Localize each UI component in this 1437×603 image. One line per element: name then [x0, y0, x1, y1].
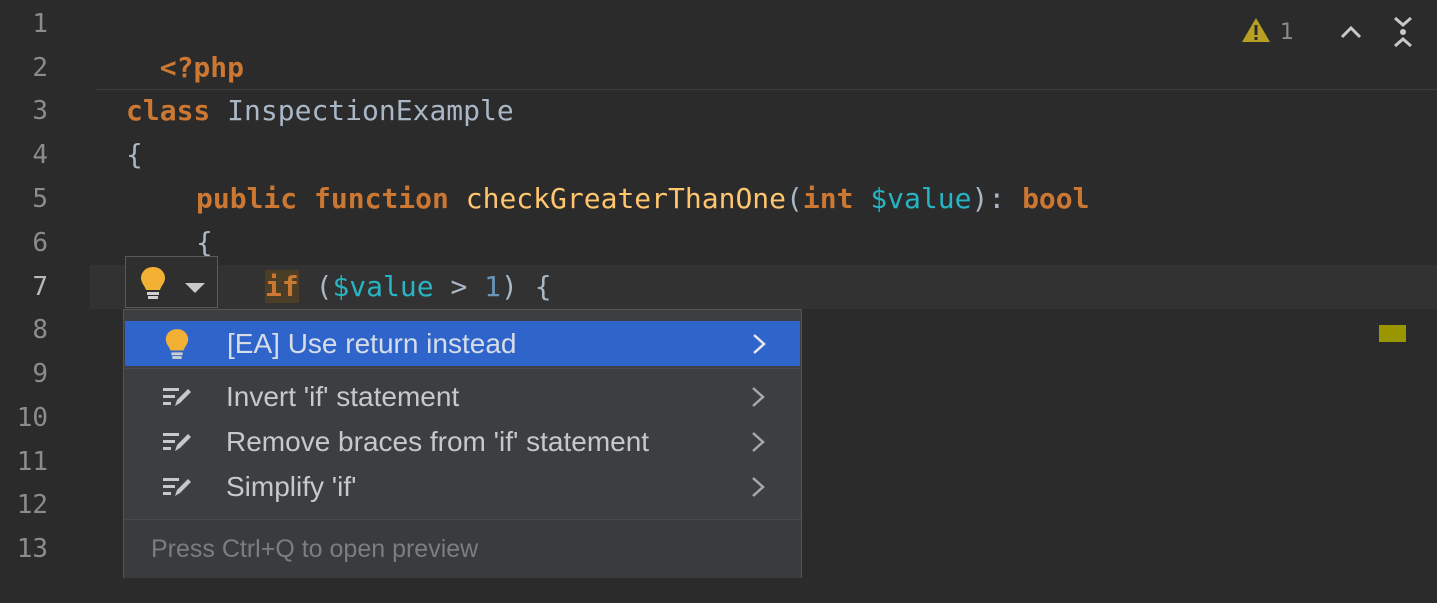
popup-separator [125, 368, 800, 369]
chevron-up-icon[interactable] [1336, 17, 1366, 47]
popup-item-remove-braces[interactable]: Remove braces from 'if' statement [124, 419, 801, 464]
edit-icon [162, 374, 192, 419]
chevron-right-icon [750, 464, 766, 509]
intention-actions-popup: [EA] Use return instead Invert 'if' stat… [123, 309, 802, 578]
line-number: 10 [16, 403, 48, 433]
popup-item-label: [EA] Use return instead [227, 328, 517, 359]
paren-open: ( [786, 182, 803, 215]
open-brace: { [196, 226, 213, 259]
code-line-4[interactable]: { [126, 133, 143, 177]
keyword-class: class [126, 94, 211, 127]
line-number: 3 [32, 96, 48, 126]
return-type: bool [1022, 182, 1090, 215]
line-number: 1 [32, 9, 48, 39]
line-number: 13 [16, 534, 48, 564]
line-number: 9 [32, 359, 48, 389]
code-line-1[interactable]: <?php [126, 2, 244, 84]
bulb-icon [163, 321, 191, 366]
inspection-widget[interactable]: 1 [1240, 12, 1418, 52]
popup-item-label: Remove braces from 'if' statement [226, 426, 650, 457]
edit-icon [162, 464, 192, 509]
popup-item-label: Invert 'if' statement [226, 381, 460, 412]
chevron-right-icon [751, 321, 767, 366]
keyword-if: if [265, 270, 299, 303]
keyword-function: function [297, 182, 449, 215]
paren-close-brace: ) { [501, 270, 552, 303]
number-literal: 1 [484, 270, 502, 303]
popup-item-invert-if[interactable]: Invert 'if' statement [124, 374, 801, 419]
bulb-icon [138, 265, 168, 305]
code-line-3[interactable]: class InspectionExample [126, 89, 514, 133]
line-number: 5 [32, 184, 48, 214]
paren-close: ): [971, 182, 1023, 215]
popup-item-simplify-if[interactable]: Simplify 'if' [124, 464, 801, 509]
function-name: checkGreaterThanOne [448, 182, 787, 215]
line-number: 8 [32, 315, 48, 345]
param-value: $value [853, 182, 972, 215]
class-name: InspectionExample [210, 94, 514, 127]
intention-bulb-button[interactable] [125, 256, 218, 308]
variable-value: $value [332, 270, 434, 303]
type-int: int [802, 182, 854, 215]
keyword-public: public [196, 182, 298, 215]
code-line-5[interactable]: public function checkGreaterThanOne(int … [196, 177, 1090, 221]
popup-item-use-return[interactable]: [EA] Use return instead [125, 321, 800, 366]
caret-down-icon [184, 279, 206, 298]
warning-icon[interactable] [1240, 16, 1272, 48]
php-open-tag: <?php [159, 51, 245, 84]
paren-open: ( [298, 270, 333, 303]
warning-stripe-marker[interactable] [1379, 325, 1406, 342]
open-brace: { [126, 138, 143, 171]
line-number: 6 [32, 228, 48, 258]
line-gutter: 1 2 3 4 5 6 7 8 9 10 11 12 13 [0, 0, 90, 603]
popup-footer: Press Ctrl+Q to open preview [124, 519, 801, 578]
line-number: 7 [32, 272, 48, 302]
expand-icon[interactable] [1388, 16, 1418, 48]
chevron-right-icon [750, 374, 766, 419]
line-number: 12 [16, 490, 48, 520]
warning-count[interactable]: 1 [1280, 20, 1294, 45]
preview-hint: Press Ctrl+Q to open preview [151, 535, 479, 563]
line-number: 11 [16, 447, 48, 477]
popup-item-label: Simplify 'if' [226, 471, 357, 502]
operator: > [433, 270, 485, 303]
chevron-right-icon [750, 419, 766, 464]
code-line-7[interactable]: if ($value > 1) { [265, 265, 552, 309]
line-number: 2 [32, 53, 48, 83]
line-number: 4 [32, 140, 48, 170]
edit-icon [162, 419, 192, 464]
